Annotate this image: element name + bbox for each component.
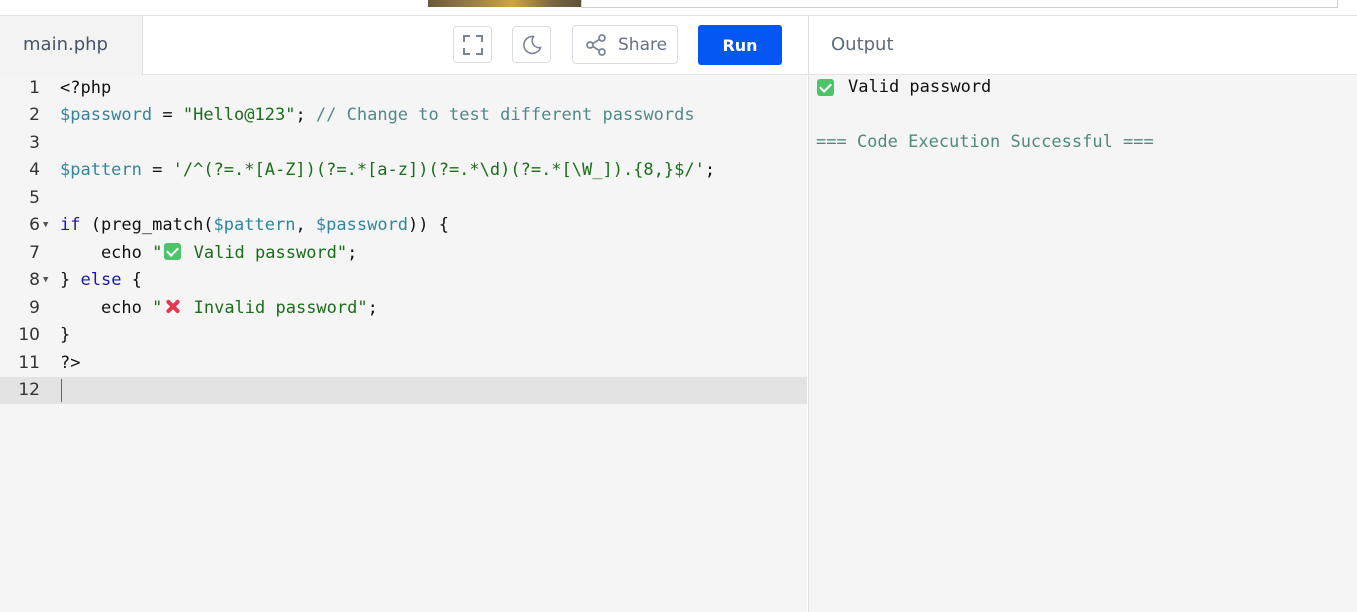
line-number: 5 <box>29 188 40 208</box>
editor-toolbar: main.php Share Run <box>0 16 808 75</box>
text-cursor <box>61 379 62 402</box>
line-number: 11 <box>18 353 40 373</box>
code-text: if (preg_match($pattern, $password)) { <box>60 215 449 235</box>
output-title: Output <box>831 34 894 55</box>
fold-arrow-icon[interactable]: ▼ <box>43 212 48 239</box>
code-line-active: 12 <box>0 377 807 404</box>
code-text: } else { <box>60 270 142 290</box>
code-text: ?> <box>60 353 81 373</box>
share-icon <box>586 33 606 56</box>
line-number: 9 <box>29 298 40 318</box>
run-label: Run <box>722 35 758 55</box>
code-text: <?php <box>60 78 112 98</box>
code-editor[interactable]: 1 <?php 2 $password = "Hello@123"; // Ch… <box>0 75 807 612</box>
code-line: 1 <?php <box>0 75 807 102</box>
code-line: 10 } <box>0 322 807 349</box>
header-thumbnail-image <box>428 0 581 7</box>
execution-status: === Code Execution Successful === <box>816 132 1154 152</box>
code-text: } <box>60 325 71 345</box>
fullscreen-button[interactable] <box>453 26 492 63</box>
code-text: echo " Valid password"; <box>60 243 358 263</box>
code-line: 5 <box>0 185 807 212</box>
line-number: 3 <box>29 133 40 153</box>
share-button[interactable]: Share <box>572 25 678 64</box>
share-label: Share <box>618 34 668 55</box>
line-number: 1 <box>29 78 40 98</box>
output-header: Output <box>808 16 1357 75</box>
code-line: 7 echo " Valid password"; <box>0 240 807 267</box>
cross-mark-emoji-icon <box>164 298 181 315</box>
theme-toggle-button[interactable] <box>512 26 551 63</box>
file-tab-main-php[interactable]: main.php <box>0 16 143 75</box>
fold-arrow-icon[interactable]: ▼ <box>43 267 48 294</box>
line-number: 8 <box>29 270 40 290</box>
line-number: 2 <box>29 105 40 125</box>
code-line: 4 $pattern = '/^(?=.*[A-Z])(?=.*[a-z])(?… <box>0 157 807 184</box>
line-number: 4 <box>29 160 40 180</box>
check-mark-emoji-icon <box>164 243 182 260</box>
line-number: 10 <box>18 325 40 345</box>
code-text: $pattern = '/^(?=.*[A-Z])(?=.*[a-z])(?=.… <box>60 160 716 180</box>
code-line: 9 echo " Invalid password"; <box>0 295 807 322</box>
code-text: echo " Invalid password"; <box>60 298 378 318</box>
code-line: 3 <box>0 130 807 157</box>
code-line: 2 $password = "Hello@123"; // Change to … <box>0 102 807 129</box>
code-line: 11 ?> <box>0 350 807 377</box>
line-number: 6 <box>29 215 40 235</box>
expand-icon <box>462 34 483 55</box>
code-line: 6 ▼ if (preg_match($pattern, $password))… <box>0 212 807 239</box>
check-mark-emoji-icon <box>817 78 834 96</box>
header-input-field[interactable] <box>581 0 1338 8</box>
output-result-text: Valid password <box>848 77 992 97</box>
output-panel: Valid password === Code Execution Succes… <box>808 75 1357 612</box>
code-line: 8 ▼ } else { <box>0 267 807 294</box>
line-number: 12 <box>18 380 40 400</box>
code-text: $password = "Hello@123"; // Change to te… <box>60 105 695 125</box>
run-button[interactable]: Run <box>698 25 782 65</box>
output-result-line: Valid password <box>816 77 991 97</box>
file-tab-label: main.php <box>23 34 108 55</box>
line-number: 7 <box>29 243 40 263</box>
page-top-strip <box>0 0 1357 16</box>
moon-icon <box>522 35 542 54</box>
